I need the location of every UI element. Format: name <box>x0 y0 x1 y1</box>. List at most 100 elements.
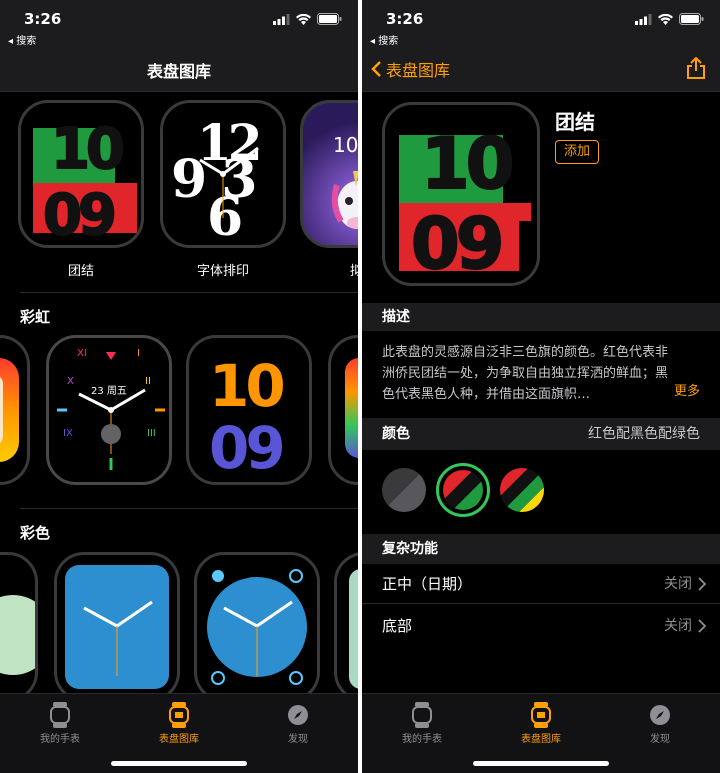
memoji-face-thumbnail[interactable]: 10 <box>300 100 358 248</box>
face-title: 团结 <box>555 110 595 134</box>
unity-face-thumbnail[interactable]: 10 09 <box>18 100 144 248</box>
face-label-typograph: 字体排印 <box>196 264 249 279</box>
back-button-label: 表盘图库 <box>386 61 451 80</box>
memoji-time: 10 <box>333 133 358 157</box>
watch-icon <box>50 702 70 728</box>
rainbow-numeral-ix: IX <box>63 428 73 439</box>
status-bar-right: 3:26 ◂ 搜索 <box>362 0 720 47</box>
add-face-button[interactable]: 添加 <box>555 140 599 164</box>
complications-header: 复杂功能 <box>362 534 720 564</box>
memoji-unicorn-icon <box>331 171 358 229</box>
battery-icon <box>679 13 704 25</box>
complication-value-text-center: 关闭 <box>664 576 692 592</box>
unity-hour-digits: 10 <box>50 116 126 183</box>
status-time: 3:26 <box>24 10 62 28</box>
color-face-thumbnail-blue-square[interactable] <box>54 552 180 702</box>
tab-label-face-gallery: 表盘图库 <box>521 734 561 745</box>
battery-icon <box>317 13 342 25</box>
share-button[interactable] <box>686 56 706 84</box>
wifi-icon <box>658 13 673 25</box>
preview-hour-digits: 10 <box>420 122 515 206</box>
navigation-bar-right: 表盘图库 <box>362 46 720 92</box>
signal-icon <box>273 13 290 25</box>
chevron-left-icon <box>371 61 381 77</box>
complication-label-bottom: 底部 <box>382 617 413 635</box>
color-face-thumbnail-blue-circle[interactable] <box>194 552 320 702</box>
rainbow-analog-dial <box>57 352 165 470</box>
home-indicator-right[interactable] <box>473 761 609 766</box>
tab-discover[interactable]: 发现 <box>258 702 338 745</box>
tab-bar-right: 我的手表 表盘图库 发现 <box>362 693 720 773</box>
preview-minute-digits: 09 <box>410 202 505 285</box>
color-partial-face-left[interactable] <box>0 552 38 702</box>
tab-label-my-watch: 我的手表 <box>40 734 80 745</box>
rainbow-numeral-i: I <box>137 348 140 359</box>
description-header: 描述 <box>362 303 720 331</box>
typograph-hands <box>199 146 259 218</box>
tab-label-discover: 发现 <box>288 734 308 745</box>
compass-icon <box>288 705 308 725</box>
complication-row-center[interactable]: 正中（日期） 关闭 <box>362 564 720 604</box>
section-divider-2 <box>20 508 358 509</box>
rainbow-hour-digits: 10 <box>209 352 286 420</box>
home-indicator[interactable] <box>111 761 247 766</box>
rainbow-minute-digits: 09 <box>209 414 286 482</box>
back-to-search-link[interactable]: ◂ 搜索 <box>8 32 36 47</box>
share-icon <box>687 56 705 79</box>
rainbow-numeral-x: X <box>67 376 74 387</box>
color-header-label: 颜色 <box>382 426 410 442</box>
description-text: 此表盘的灵感源自泛非三色旗的颜色。红色代表非洲侨民团结一处，为争取自由独立挥洒的… <box>382 345 669 402</box>
back-to-gallery-button[interactable]: 表盘图库 <box>370 57 450 81</box>
more-link[interactable]: 更多 <box>674 380 700 399</box>
color-circle-hands <box>211 569 303 685</box>
tab-label-my-watch: 我的手表 <box>402 734 442 745</box>
system-icons-right <box>635 13 704 25</box>
watch-icon <box>412 702 432 728</box>
rainbow-digital-face-thumbnail[interactable]: 10 09 <box>186 335 312 485</box>
complication-value-bottom: 关闭 <box>664 606 706 646</box>
rainbow-partial-face-right[interactable] <box>328 335 358 485</box>
typograph-face-thumbnail[interactable]: 12 9 3 6 <box>160 100 286 248</box>
color-square-hands <box>83 600 153 676</box>
rainbow-numeral-ii: II <box>145 376 151 387</box>
rainbow-numeral-xi: XI <box>77 348 87 359</box>
section-title-color: 彩色 <box>20 524 51 542</box>
unity-face-preview: 10 09 <box>382 102 540 286</box>
tab-my-watch[interactable]: 我的手表 <box>20 702 100 745</box>
selected-color-name: 红色配黑色配绿色 <box>588 426 700 442</box>
tab-discover-right[interactable]: 发现 <box>620 702 700 745</box>
chevron-right-icon <box>698 619 706 633</box>
color-option-pan-african[interactable] <box>500 468 544 512</box>
face-gallery-icon <box>531 702 551 728</box>
complication-label-center: 正中（日期） <box>382 575 473 593</box>
face-detail-screen: 3:26 ◂ 搜索 表盘图库 10 09 团结 添加 描述 此表盘的灵感源自泛非… <box>362 0 720 773</box>
color-option-gray[interactable] <box>382 468 426 512</box>
complication-value-center: 关闭 <box>664 564 706 604</box>
complication-row-bottom[interactable]: 底部 关闭 <box>362 606 720 646</box>
compass-icon <box>650 705 670 725</box>
status-bar: 3:26 ◂ 搜索 <box>0 0 358 47</box>
navigation-bar: 表盘图库 <box>0 46 358 92</box>
page-title: 表盘图库 <box>146 62 211 81</box>
tab-label-discover: 发现 <box>650 734 670 745</box>
rainbow-partial-face-left[interactable] <box>0 335 30 485</box>
color-option-red-black-green[interactable] <box>436 463 490 517</box>
tab-my-watch-right[interactable]: 我的手表 <box>382 702 462 745</box>
face-label-unity: 团结 <box>67 264 94 279</box>
tab-face-gallery-right[interactable]: 表盘图库 <box>501 702 581 745</box>
rainbow-analog-face-thumbnail[interactable]: XI I X II IX III 23 周五 <box>46 335 172 485</box>
tab-label-face-gallery: 表盘图库 <box>159 734 199 745</box>
signal-icon <box>635 13 652 25</box>
back-to-search-link-right[interactable]: ◂ 搜索 <box>370 32 398 47</box>
tab-bar: 我的手表 表盘图库 发现 <box>0 693 358 773</box>
color-partial-face-right[interactable] <box>334 552 358 702</box>
system-icons <box>273 13 342 25</box>
face-label-memoji: 拟我 <box>349 264 358 279</box>
chevron-right-icon <box>698 577 706 591</box>
face-gallery-icon <box>169 702 189 728</box>
complication-value-text-bottom: 关闭 <box>664 618 692 634</box>
section-divider <box>20 292 358 293</box>
wifi-icon <box>296 13 311 25</box>
status-time-right: 3:26 <box>386 10 424 28</box>
tab-face-gallery[interactable]: 表盘图库 <box>139 702 219 745</box>
